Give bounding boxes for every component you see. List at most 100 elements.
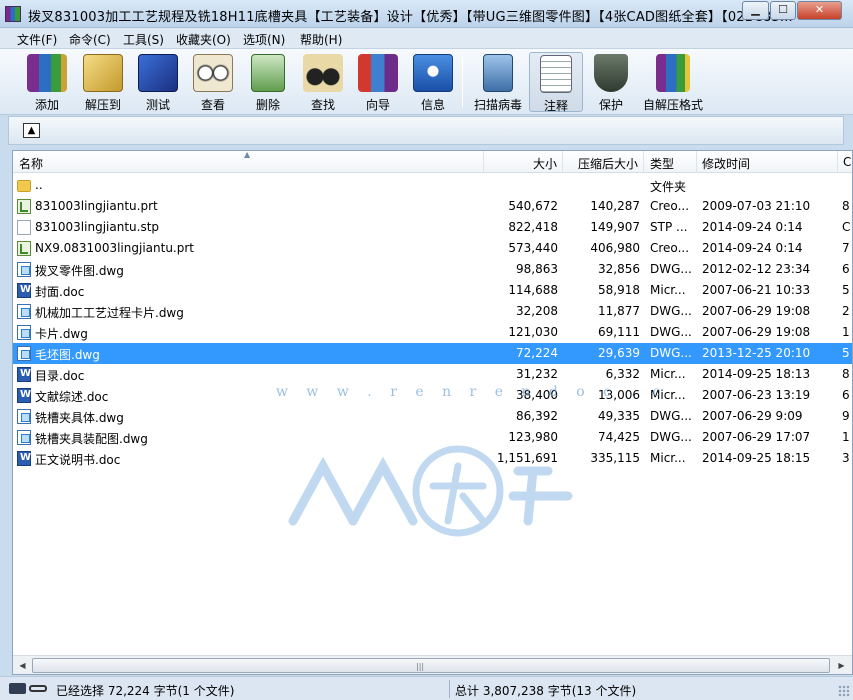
file-row[interactable]: .. 文件夹 <box>13 175 852 196</box>
scroll-left-icon[interactable]: ◀ <box>14 657 31 674</box>
protect-icon <box>594 54 628 92</box>
column-name[interactable]: 名称 <box>19 155 43 172</box>
up-folder-button[interactable]: ▲ <box>23 123 40 138</box>
file-crc: 9 <box>842 409 850 423</box>
scroll-thumb[interactable]: ||| <box>32 658 830 673</box>
column-packed[interactable]: 压缩后大小 <box>578 155 638 172</box>
winrar-app-icon <box>5 6 21 22</box>
title-bar: 拨叉831003加工工艺规程及铣18H11底槽夹具【工艺装备】设计【优秀】【带U… <box>0 0 853 28</box>
test-button[interactable]: 测试 <box>131 52 185 112</box>
test-label: 测试 <box>145 98 170 112</box>
info-button[interactable]: 信息 <box>406 52 460 112</box>
column-divider[interactable] <box>483 151 484 173</box>
view-button[interactable]: 查看 <box>186 52 240 112</box>
file-packed-size: 149,907 <box>590 220 640 234</box>
file-row[interactable]: 831003lingjiantu.stp 822,418 149,907 STP ..… <box>13 217 852 238</box>
file-type: Creo... <box>650 199 690 213</box>
resize-grip-icon[interactable] <box>838 685 850 697</box>
menu-options[interactable]: 选项(N) <box>243 31 285 48</box>
column-mtime[interactable]: 修改时间 <box>702 155 750 172</box>
file-packed-size: 69,111 <box>598 325 640 339</box>
file-row[interactable]: 封面.doc 114,688 58,918 Micr... 2007-06-21 10:… <box>13 280 852 301</box>
column-divider[interactable] <box>562 151 563 173</box>
file-list[interactable]: ▲ 名称 大小 压缩后大小 类型 修改时间 C .. 文件夹 831003lingj… <box>12 150 853 675</box>
file-modified-time: 2009-07-03 21:10 <box>702 199 811 213</box>
status-selected: 已经选择 72,224 字节(1 个文件) <box>56 684 235 698</box>
menu-help[interactable]: 帮助(H) <box>300 31 342 48</box>
menu-file[interactable]: 文件(F) <box>17 31 57 48</box>
file-name: 831003lingjiantu.stp <box>35 220 160 234</box>
file-crc: 8 <box>842 199 850 213</box>
file-modified-time: 2013-12-25 20:10 <box>702 346 811 360</box>
file-name: NX9.0831003lingjiantu.prt <box>35 241 194 255</box>
file-size: 573,440 <box>508 241 558 255</box>
file-row[interactable]: 铣槽夹具体.dwg 86,392 49,335 DWG... 2007-06-29 9:… <box>13 406 852 427</box>
file-row[interactable]: 正文说明书.doc 1,151,691 335,115 Micr... 2014-09-… <box>13 448 852 469</box>
file-type: DWG... <box>650 430 692 444</box>
file-crc: 5 <box>842 283 850 297</box>
wizard-label: 向导 <box>365 98 390 112</box>
close-button[interactable]: ✕ <box>797 1 842 20</box>
sfx-button[interactable]: 自解压格式 <box>640 52 706 112</box>
add-button[interactable]: 添加 <box>20 52 74 112</box>
file-row[interactable]: 毛坯图.dwg 72,224 29,639 DWG... 2013-12-25 20:1… <box>13 343 852 364</box>
file-crc: 7 <box>842 241 850 255</box>
file-packed-size: 140,287 <box>590 199 640 213</box>
file-modified-time: 2014-09-25 18:15 <box>702 451 811 465</box>
menu-commands[interactable]: 命令(C) <box>69 31 111 48</box>
maximize-button[interactable]: ☐ <box>770 1 796 20</box>
column-crc[interactable]: C <box>843 155 851 169</box>
protect-button[interactable]: 保护 <box>584 52 638 112</box>
column-divider[interactable] <box>696 151 697 173</box>
file-row[interactable]: 目录.doc 31,232 6,332 Micr... 2014-09-25 18:13… <box>13 364 852 385</box>
wizard-button[interactable]: 向导 <box>351 52 405 112</box>
find-button[interactable]: 查找 <box>296 52 350 112</box>
file-size: 98,863 <box>516 262 558 276</box>
column-type[interactable]: 类型 <box>650 155 674 172</box>
file-size: 32,208 <box>516 304 558 318</box>
column-size[interactable]: 大小 <box>533 155 557 172</box>
extract-to-label: 解压到 <box>84 98 121 112</box>
extract-to-button[interactable]: 解压到 <box>76 52 130 112</box>
add-label: 添加 <box>34 98 59 112</box>
file-row[interactable]: 831003lingjiantu.prt 540,672 140,287 Creo..… <box>13 196 852 217</box>
minimize-button[interactable]: ▁ <box>742 1 769 20</box>
column-divider[interactable] <box>837 151 838 173</box>
horizontal-scrollbar[interactable]: ◀ ||| ▶ <box>13 655 852 674</box>
file-modified-time: 2014-09-24 0:14 <box>702 220 803 234</box>
menu-bar: 文件(F) 命令(C) 工具(S) 收藏夹(O) 选项(N) 帮助(H) <box>0 28 853 49</box>
delete-button[interactable]: 删除 <box>241 52 295 112</box>
virus-scan-label: 扫描病毒 <box>473 98 522 112</box>
file-crc: 1 <box>842 430 850 444</box>
menu-tools[interactable]: 工具(S) <box>123 31 164 48</box>
file-modified-time: 2007-06-29 19:08 <box>702 304 811 318</box>
file-size: 540,672 <box>508 199 558 213</box>
file-packed-size: 32,856 <box>598 262 640 276</box>
toolbar: 添加 解压到 测试 查看 删除 查找 向导 信息 扫描病毒 注释 保护 自解压格… <box>0 49 853 115</box>
column-divider[interactable] <box>643 151 644 173</box>
column-header: ▲ 名称 大小 压缩后大小 类型 修改时间 C <box>13 151 852 173</box>
dwg-file-icon <box>17 325 31 340</box>
virus-scan-button[interactable]: 扫描病毒 <box>470 52 526 112</box>
key-icon[interactable] <box>29 685 47 692</box>
drive-icon[interactable] <box>9 683 26 694</box>
virus-scan-icon <box>483 54 513 92</box>
menu-favorites[interactable]: 收藏夹(O) <box>176 31 231 48</box>
file-row[interactable]: 机械加工工艺过程卡片.dwg 32,208 11,877 DWG... 2007-06-… <box>13 301 852 322</box>
file-row[interactable]: 拨叉零件图.dwg 98,863 32,856 DWG... 2012-02-12 23… <box>13 259 852 280</box>
file-name: 正文说明书.doc <box>35 453 121 467</box>
file-row[interactable]: 卡片.dwg 121,030 69,111 DWG... 2007-06-29 19:0… <box>13 322 852 343</box>
file-packed-size: 11,877 <box>598 304 640 318</box>
prt-file-icon <box>17 241 31 256</box>
window-title: 拨叉831003加工工艺规程及铣18H11底槽夹具【工艺装备】设计【优秀】【带U… <box>28 10 793 25</box>
status-bar: 已经选择 72,224 字节(1 个文件) 总计 3,807,238 字节(13… <box>0 676 853 700</box>
find-icon <box>303 54 343 92</box>
file-modified-time: 2007-06-29 17:07 <box>702 430 811 444</box>
file-crc: 1 <box>842 325 850 339</box>
file-packed-size: 6,332 <box>605 367 640 381</box>
file-packed-size: 29,639 <box>598 346 640 360</box>
comment-button[interactable]: 注释 <box>529 52 583 113</box>
scroll-right-icon[interactable]: ▶ <box>833 657 850 674</box>
file-row[interactable]: 铣槽夹具装配图.dwg 123,980 74,425 DWG... 2007-06-29… <box>13 427 852 448</box>
file-row[interactable]: NX9.0831003lingjiantu.prt 573,440 406,980 C… <box>13 238 852 259</box>
